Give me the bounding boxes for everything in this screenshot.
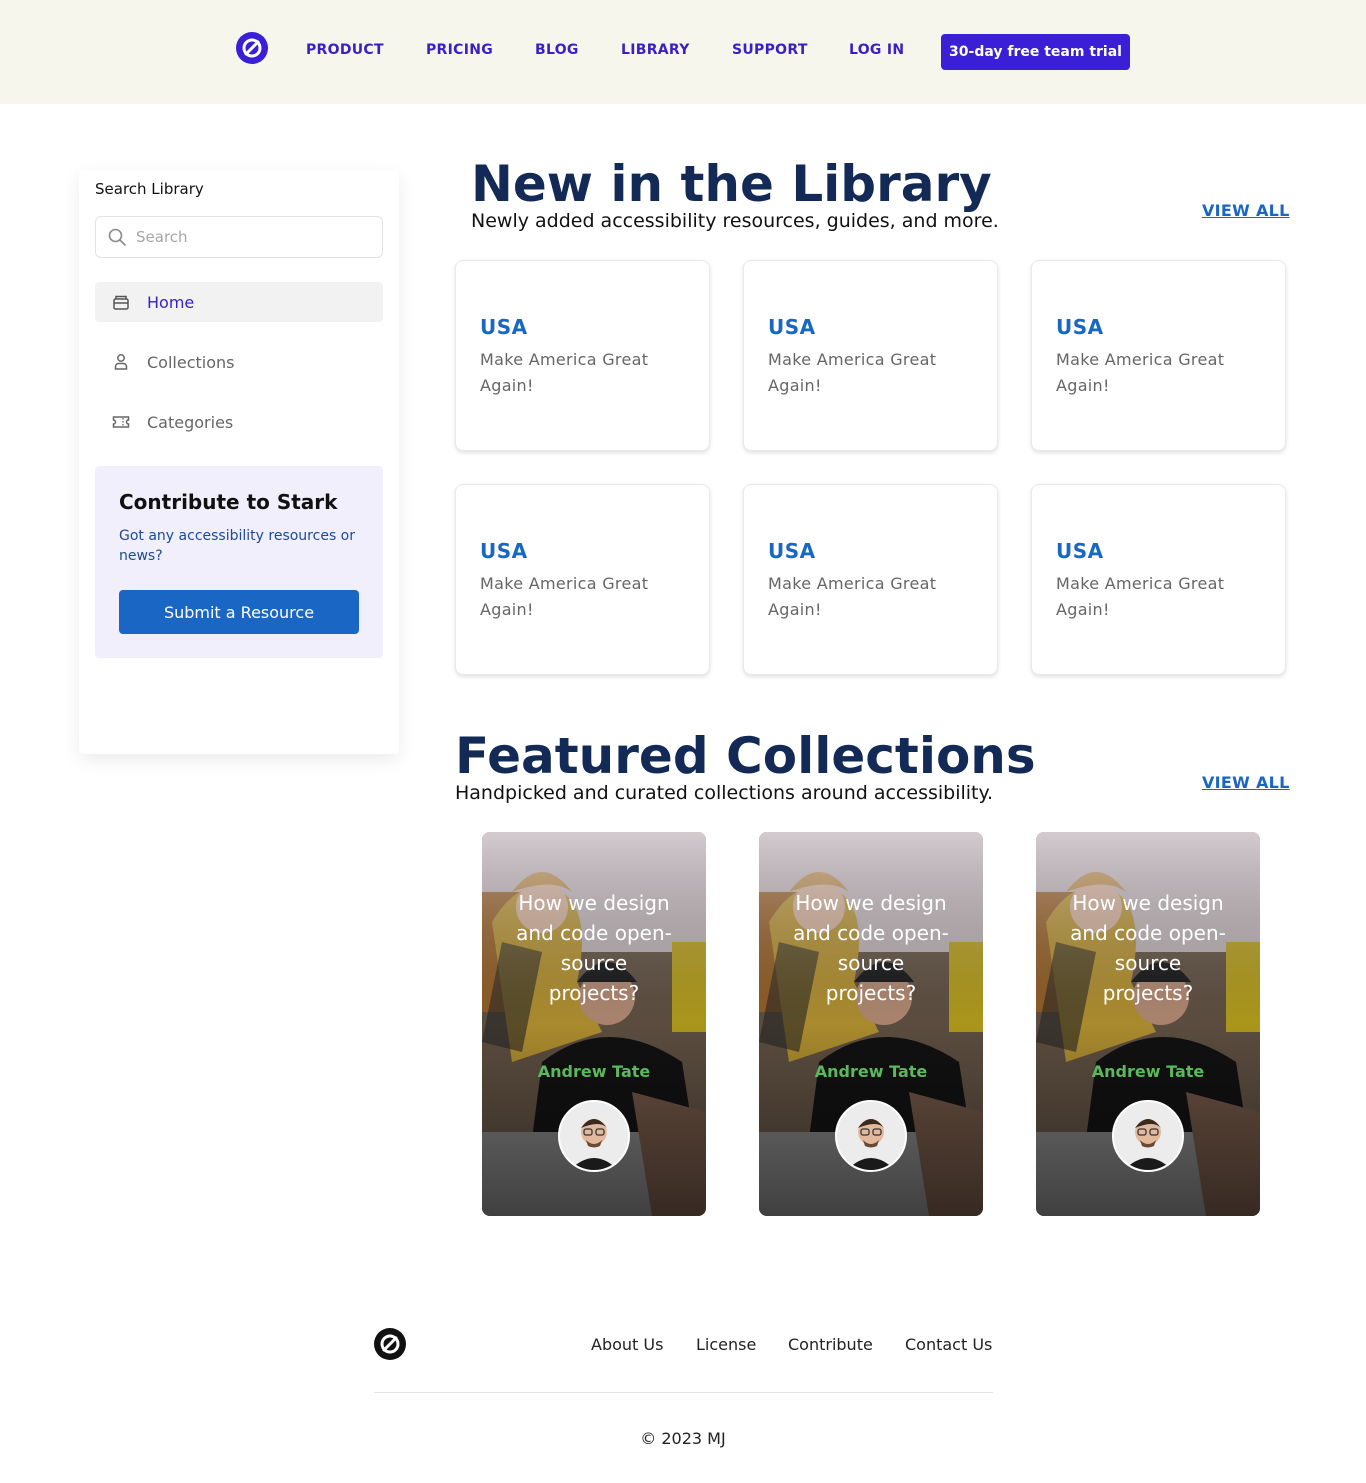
inbox-icon — [113, 295, 129, 310]
footer-link-about[interactable]: About Us — [591, 1335, 663, 1354]
nav-pricing[interactable]: PRICING — [426, 42, 493, 58]
library-card-text: Make America Great Again! — [1056, 574, 1225, 619]
footer-divider — [374, 1392, 993, 1393]
collection-card[interactable]: How we design and code open-source proje… — [759, 832, 983, 1216]
library-view-all-link[interactable]: VIEW ALL — [1202, 201, 1290, 220]
library-card-title: USA — [1056, 315, 1104, 339]
library-card-text: Make America Great Again! — [480, 350, 649, 395]
library-card-text: Make America Great Again! — [768, 574, 937, 619]
library-card-title: USA — [480, 315, 528, 339]
library-card[interactable]: USA Make America Great Again! — [743, 260, 998, 451]
collection-card-heading: How we design and code open-source proje… — [1070, 891, 1226, 1005]
nav-product[interactable]: PRODUCT — [306, 42, 384, 58]
nav-library[interactable]: LIBRARY — [621, 42, 690, 58]
library-card-title: USA — [768, 539, 816, 563]
contribute-panel: Contribute to Stark Got any accessibilit… — [95, 466, 383, 658]
library-card[interactable]: USA Make America Great Again! — [743, 484, 998, 675]
footer-link-license[interactable]: License — [696, 1335, 756, 1354]
footer-link-contribute[interactable]: Contribute — [788, 1335, 873, 1354]
nav-login[interactable]: LOG IN — [849, 42, 904, 58]
user-icon — [114, 354, 128, 370]
sidebar-item-label: Home — [147, 292, 195, 312]
library-card[interactable]: USA Make America Great Again! — [455, 260, 710, 451]
collection-card[interactable]: How we design and code open-source proje… — [1036, 832, 1260, 1216]
library-card-title: USA — [1056, 539, 1104, 563]
library-card-text: Make America Great Again! — [480, 574, 649, 619]
sidebar-item-collections[interactable]: Collections — [95, 342, 383, 382]
ticket-icon — [112, 416, 130, 428]
collection-card-author: Andrew Tate — [814, 1062, 928, 1081]
collection-card-author: Andrew Tate — [537, 1062, 651, 1081]
library-card-text: Make America Great Again! — [768, 350, 937, 395]
top-navigation-bar: PRODUCT PRICING BLOG LIBRARY SUPPORT LOG… — [0, 0, 1366, 104]
contribute-title: Contribute to Stark — [119, 490, 338, 514]
footer-link-contact[interactable]: Contact Us — [905, 1335, 992, 1354]
stark-logo-icon[interactable] — [236, 32, 268, 64]
nav-blog[interactable]: BLOG — [535, 42, 579, 58]
submit-resource-button[interactable]: Submit a Resource — [119, 590, 359, 634]
author-avatar — [1112, 1100, 1184, 1172]
free-trial-button[interactable]: 30-day free team trial — [941, 34, 1130, 70]
sidebar-item-label: Categories — [147, 412, 234, 432]
collection-card-author: Andrew Tate — [1091, 1062, 1205, 1081]
copyright-text: © 2023 MJ — [640, 1429, 726, 1448]
collections-section-subtitle: Handpicked and curated collections aroun… — [455, 782, 994, 804]
sidebar-title: Search Library — [95, 180, 204, 198]
collection-card-heading: How we design and code open-source proje… — [793, 891, 949, 1005]
search-input[interactable] — [136, 225, 372, 249]
sidebar-item-home[interactable]: Home — [95, 282, 383, 322]
collection-card[interactable]: How we design and code open-source proje… — [482, 832, 706, 1216]
library-card[interactable]: USA Make America Great Again! — [455, 484, 710, 675]
library-card[interactable]: USA Make America Great Again! — [1031, 260, 1286, 451]
library-card-text: Make America Great Again! — [1056, 350, 1225, 395]
collections-section-title: Featured Collections — [455, 727, 1036, 785]
library-card[interactable]: USA Make America Great Again! — [1031, 484, 1286, 675]
footer-logo-icon[interactable] — [374, 1328, 406, 1360]
author-avatar — [835, 1100, 907, 1172]
collections-view-all-link[interactable]: VIEW ALL — [1202, 773, 1290, 792]
collection-card-heading: How we design and code open-source proje… — [516, 891, 672, 1005]
author-avatar — [558, 1100, 630, 1172]
library-card-title: USA — [768, 315, 816, 339]
search-icon — [108, 228, 126, 246]
contribute-text: Got any accessibility resources or news? — [119, 528, 356, 564]
library-section-subtitle: Newly added accessibility resources, gui… — [471, 210, 999, 232]
library-section-title: New in the Library — [471, 155, 992, 213]
library-sidebar: Search Library Home Collections Categori… — [79, 170, 399, 754]
search-box[interactable] — [95, 216, 383, 258]
nav-support[interactable]: SUPPORT — [732, 42, 808, 58]
sidebar-item-label: Collections — [147, 352, 235, 372]
sidebar-item-categories[interactable]: Categories — [95, 402, 383, 442]
library-card-title: USA — [480, 539, 528, 563]
